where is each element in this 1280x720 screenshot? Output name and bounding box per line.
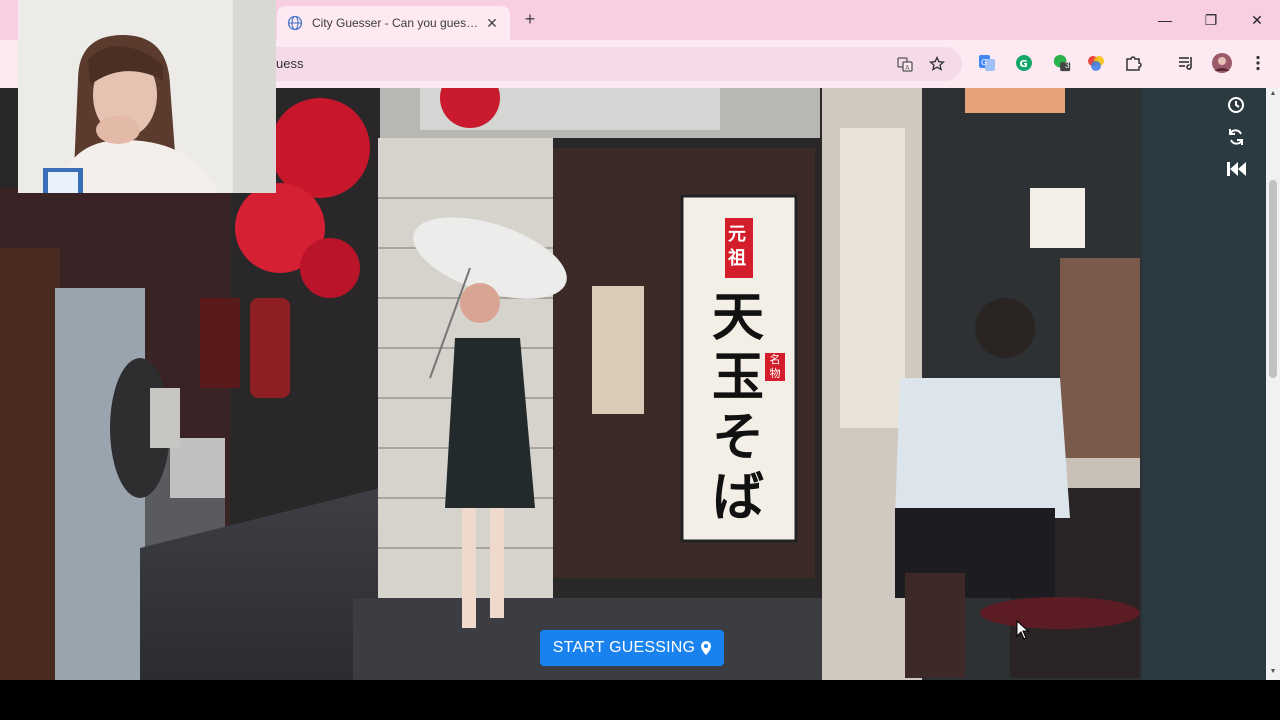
- minimize-button[interactable]: —: [1153, 8, 1177, 32]
- star-icon[interactable]: [928, 55, 946, 73]
- sign-main-text: 天玉そば: [712, 287, 765, 528]
- globe-icon: [287, 15, 303, 31]
- webcam-overlay: [18, 0, 276, 193]
- map-marker-icon: [701, 641, 712, 655]
- google-translate-icon[interactable]: G: [977, 53, 997, 73]
- letterbox-bar: [0, 680, 1280, 720]
- translate-icon[interactable]: A: [896, 55, 914, 73]
- sign-top-text: 元祖: [728, 224, 746, 269]
- start-guessing-label: START GUESSING: [552, 639, 696, 656]
- skip-back-icon[interactable]: [1225, 158, 1247, 180]
- address-bar[interactable]: uess A: [240, 47, 962, 81]
- scroll-thumb[interactable]: [1269, 180, 1277, 378]
- puzzle-icon[interactable]: [1123, 53, 1143, 73]
- clock-icon[interactable]: [1225, 94, 1247, 116]
- browser-tab-active[interactable]: City Guesser - Can you guess w ✕: [277, 6, 510, 40]
- extension-badge-count: 3: [1065, 61, 1070, 70]
- svg-text:G: G: [1020, 59, 1028, 70]
- scroll-down-arrow-icon[interactable]: ▼: [1269, 668, 1277, 675]
- media-queue-icon[interactable]: [1176, 53, 1196, 73]
- sign-stamp-text: 名物: [765, 353, 785, 381]
- restore-button[interactable]: ❐: [1199, 8, 1223, 32]
- color-wheel-icon[interactable]: [1086, 53, 1106, 73]
- webcam-person-image: [18, 0, 276, 193]
- mouse-cursor: [1016, 620, 1030, 640]
- tab-title: City Guesser - Can you guess w: [312, 16, 484, 30]
- menu-icon[interactable]: [1248, 53, 1268, 73]
- profile-avatar[interactable]: [1212, 53, 1232, 73]
- extension-badge-icon[interactable]: 3: [1052, 53, 1072, 73]
- svg-text:G: G: [981, 58, 987, 67]
- close-window-button[interactable]: ✕: [1245, 8, 1269, 32]
- start-guessing-button[interactable]: START GUESSING: [540, 630, 724, 666]
- grammarly-icon[interactable]: G: [1014, 53, 1034, 73]
- refresh-icon[interactable]: [1225, 126, 1247, 148]
- address-text: uess: [276, 56, 304, 71]
- new-tab-button[interactable]: +: [520, 9, 540, 29]
- scroll-up-arrow-icon[interactable]: ▲: [1269, 90, 1277, 97]
- tab-close-icon[interactable]: ✕: [484, 15, 500, 32]
- page-scrollbar[interactable]: ▲ ▼: [1266, 88, 1280, 680]
